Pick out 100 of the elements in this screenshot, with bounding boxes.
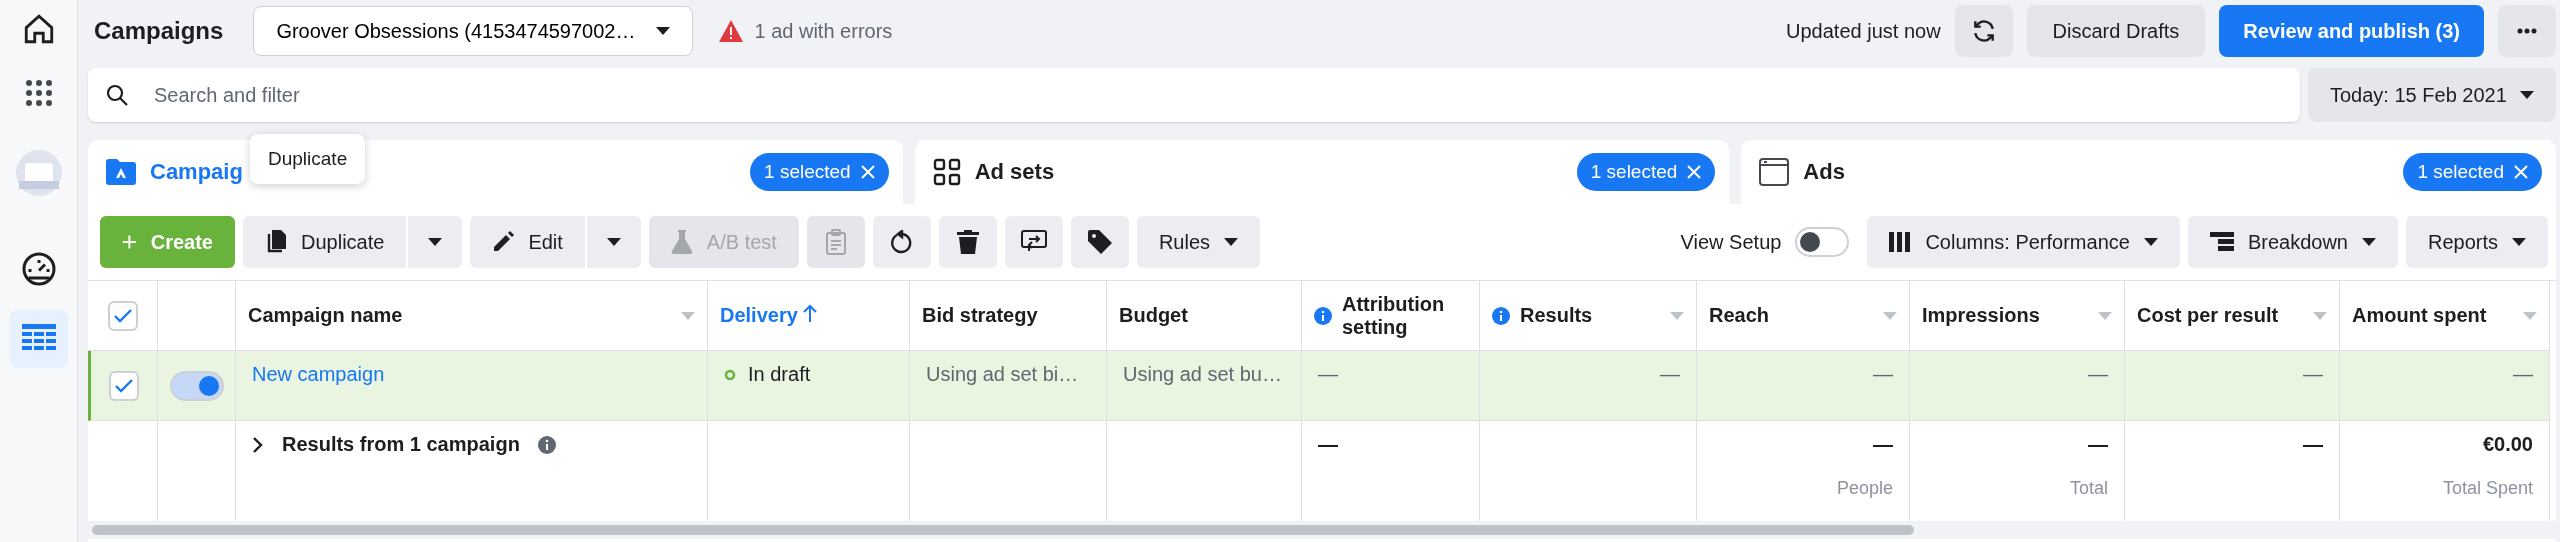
column-header[interactable]: Impressions: [1922, 304, 2088, 327]
scrollbar-thumb[interactable]: [92, 525, 1914, 535]
info-icon[interactable]: [1492, 306, 1510, 325]
copy-icon: [265, 230, 287, 254]
review-publish-button[interactable]: Review and publish (3): [2219, 5, 2484, 57]
column-header[interactable]: Campaign name: [248, 304, 671, 327]
summary-caption: Total Spent: [2441, 478, 2533, 499]
close-icon[interactable]: [1687, 165, 1702, 179]
caret-icon: [2313, 311, 2327, 320]
table-cell: —: [2088, 363, 2108, 385]
breakdown-dropdown[interactable]: Breakdown: [2187, 216, 2398, 268]
column-header[interactable]: Attribution setting: [1342, 292, 1467, 339]
summary-value: —: [1318, 433, 1339, 456]
view-setup-toggle[interactable]: [1795, 227, 1850, 257]
summary-value: —: [2087, 433, 2108, 456]
table-cell: Using ad set bu…: [1123, 363, 1282, 385]
tooltip: Duplicate: [250, 134, 366, 184]
discard-drafts-button[interactable]: Discard Drafts: [2026, 5, 2206, 57]
error-message: 1 ad with errors: [754, 19, 893, 43]
column-header[interactable]: Budget: [1119, 304, 1289, 327]
update-status: Updated just now: [1786, 19, 1941, 43]
warning-icon: [718, 20, 743, 42]
pencil-icon: [492, 231, 515, 253]
check-icon: [115, 378, 133, 393]
caret-icon: [2523, 311, 2537, 320]
table-cell: —: [1873, 363, 1893, 385]
close-icon[interactable]: [860, 165, 875, 179]
caret-icon: [606, 238, 621, 246]
dropdown-button[interactable]: [408, 216, 463, 268]
breakdown-icon: [2209, 232, 2234, 252]
swap-button[interactable]: [1004, 216, 1063, 268]
table-cell: —: [1318, 363, 1338, 385]
date-picker[interactable]: Today: 15 Feb 2021: [2308, 68, 2556, 122]
info-icon[interactable]: [1314, 306, 1332, 325]
table-cell: —: [2303, 363, 2323, 385]
column-header[interactable]: Reach: [1709, 304, 1873, 327]
duplicate-button[interactable]: Duplicate: [243, 216, 407, 268]
dropdown-button[interactable]: [586, 216, 641, 268]
campaign-toggle[interactable]: [169, 370, 224, 401]
level-tab[interactable]: Ad sets 1 selected: [914, 140, 1730, 204]
summary-value: €0.00: [2481, 433, 2533, 456]
summary-label: Results from 1 campaign: [282, 433, 520, 456]
column-header[interactable]: Bid strategy: [922, 304, 1094, 327]
info-icon[interactable]: [537, 435, 556, 454]
delivery-status: In draft: [748, 363, 811, 386]
caret-icon: [2361, 238, 2376, 246]
status-dot-icon: [724, 368, 736, 381]
reset-button[interactable]: [872, 216, 931, 268]
more-icon: [2517, 28, 2537, 34]
clipboard-icon: [824, 229, 847, 255]
chevron-icon[interactable]: [252, 435, 264, 454]
caret-icon: [1224, 238, 1239, 246]
reports-dropdown[interactable]: Reports: [2405, 216, 2548, 268]
edit-button[interactable]: Edit: [470, 216, 585, 268]
row-checkbox[interactable]: [109, 370, 139, 401]
select-all-checkbox[interactable]: [107, 300, 138, 331]
flask-icon: [670, 230, 693, 254]
selection-badge[interactable]: 1 selected: [2403, 153, 2542, 191]
level-tab[interactable]: Ads 1 selected: [1741, 140, 2556, 204]
tag-icon: [1087, 230, 1112, 254]
column-header[interactable]: Results: [1520, 304, 1660, 327]
swap-icon: [1020, 230, 1047, 254]
summary-caption: Total: [2068, 478, 2108, 499]
more-button[interactable]: [2498, 5, 2556, 57]
column-header[interactable]: Cost per result: [2137, 304, 2303, 327]
columns-dropdown[interactable]: Columns: Performance: [1867, 216, 2180, 268]
tag-button[interactable]: [1070, 216, 1129, 268]
column-header[interactable]: Amount spent: [2352, 304, 2513, 327]
folder-icon: [106, 159, 136, 185]
table-cell: —: [1660, 363, 1680, 385]
sort-arrow-icon: [803, 304, 818, 322]
caret-icon: [2512, 238, 2526, 246]
column-header[interactable]: Delivery: [720, 304, 897, 327]
columns-icon: [1889, 232, 1912, 252]
caret-icon: [1883, 311, 1897, 320]
caret-icon: [2520, 91, 2534, 99]
window-icon: [1759, 158, 1790, 186]
rules-dropdown[interactable]: Rules: [1136, 216, 1261, 268]
apps-icon[interactable]: [23, 78, 54, 108]
summary-value: —: [2302, 433, 2323, 456]
account-dropdown[interactable]: Groover Obsessions (4153474597002…: [253, 6, 693, 56]
gauge-icon[interactable]: [20, 251, 57, 287]
campaign-link[interactable]: New campaign: [252, 363, 385, 385]
table-cell: —: [2513, 363, 2533, 385]
selection-badge[interactable]: 1 selected: [1576, 153, 1716, 191]
reset-icon: [889, 230, 914, 254]
caret-icon: [428, 238, 443, 246]
selection-badge[interactable]: 1 selected: [750, 153, 889, 191]
caret-icon: [1670, 311, 1684, 320]
caret-icon: [2143, 238, 2158, 246]
caret-icon: [655, 27, 670, 35]
close-icon[interactable]: [2514, 165, 2528, 179]
caret-icon: [681, 311, 695, 320]
refresh-button[interactable]: [1954, 5, 2013, 57]
page-title: Campaigns: [94, 17, 224, 45]
trash-icon: [956, 230, 979, 254]
search-field[interactable]: Search and filter: [88, 68, 2300, 122]
delete-button[interactable]: [938, 216, 997, 268]
summary-caption: People: [1835, 478, 1893, 499]
caret-icon: [2098, 311, 2112, 320]
